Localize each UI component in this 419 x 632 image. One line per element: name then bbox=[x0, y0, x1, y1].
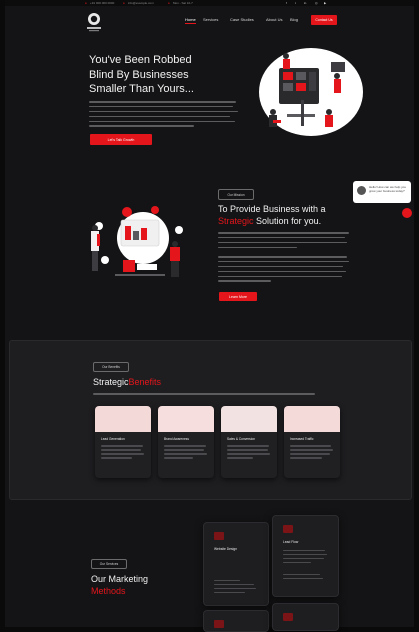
learn-more-button[interactable]: Learn More bbox=[219, 292, 257, 301]
nav-case-studies[interactable]: Case Studies bbox=[230, 17, 254, 22]
website-design-icon bbox=[214, 532, 224, 540]
about-title-post: Solution for you. bbox=[256, 216, 322, 226]
methods-tag: Our Services bbox=[91, 559, 127, 569]
page: ● +91 000 000 0000 ● info@example.com ● … bbox=[5, 0, 414, 632]
youtube-icon[interactable]: ▶ bbox=[324, 1, 326, 5]
about-title-pre: To Provide Business with a bbox=[218, 204, 326, 214]
method-card[interactable]: Website Design bbox=[203, 522, 269, 606]
benefit-card-title: Sales & Conversion bbox=[227, 437, 255, 441]
about-title-highlight: Strategic bbox=[218, 216, 254, 226]
about-paragraph-2 bbox=[218, 256, 350, 285]
about-illustration bbox=[91, 206, 183, 277]
benefit-card-text bbox=[290, 445, 334, 469]
method-icon bbox=[283, 613, 293, 621]
benefit-card-title: Brand Awareness bbox=[164, 437, 189, 441]
benefit-card-text bbox=[101, 445, 145, 469]
topbar-phone[interactable]: +91 000 000 0000 bbox=[90, 1, 114, 5]
benefit-card-image bbox=[95, 406, 151, 432]
method-card-title: Website Design bbox=[214, 547, 238, 551]
benefits-tag: Our Benefits bbox=[93, 362, 129, 372]
clock-icon: ● bbox=[168, 1, 170, 5]
lead-flow-icon bbox=[283, 525, 293, 533]
facebook-icon[interactable]: f bbox=[286, 1, 287, 5]
about-title: To Provide Business with a Strategic Sol… bbox=[218, 203, 378, 227]
benefit-card-image bbox=[221, 406, 277, 432]
method-card-list bbox=[283, 574, 329, 582]
nav-home[interactable]: Home bbox=[185, 17, 196, 24]
nav-blog[interactable]: Blog bbox=[290, 17, 298, 22]
hero-title-line-3: Smaller Than Yours... bbox=[89, 83, 194, 95]
benefit-card[interactable]: Increased Traffic bbox=[284, 406, 340, 478]
method-card-text bbox=[214, 580, 258, 596]
method-card-text bbox=[283, 550, 329, 566]
hero-title-line-1: You've Been Robbed bbox=[89, 54, 192, 66]
benefits-title: StrategicBenefits bbox=[93, 376, 161, 388]
chat-popup[interactable]: Hello! How can we help you grow your bus… bbox=[353, 181, 411, 203]
benefits-title-highlight: Benefits bbox=[128, 377, 162, 387]
chat-avatar bbox=[357, 186, 366, 195]
benefit-card-title: Increased Traffic bbox=[290, 437, 314, 441]
chat-message: Hello! How can we help you grow your bus… bbox=[369, 185, 407, 193]
benefit-card-image bbox=[158, 406, 214, 432]
hero-title-line-2: Blind By Businesses bbox=[89, 68, 189, 81]
topbar-email[interactable]: info@example.com bbox=[128, 1, 154, 5]
method-card[interactable] bbox=[203, 610, 269, 632]
nav-services[interactable]: Services bbox=[203, 17, 218, 22]
topbar-hours: Mon - Sat 10-7 bbox=[173, 1, 193, 5]
chat-launcher-button[interactable] bbox=[402, 208, 412, 218]
about-tag: Our Mission bbox=[218, 189, 254, 200]
method-card[interactable]: Lead Flow bbox=[272, 515, 339, 597]
instagram-icon[interactable]: ◎ bbox=[315, 1, 318, 5]
contact-button[interactable]: Contact Us bbox=[311, 15, 337, 25]
benefit-card-text bbox=[227, 445, 271, 469]
benefit-card-image bbox=[284, 406, 340, 432]
benefit-card-text bbox=[164, 445, 208, 469]
twitter-icon[interactable]: t bbox=[295, 1, 296, 5]
hero-illustration bbox=[259, 48, 363, 136]
email-icon: ● bbox=[123, 1, 125, 5]
benefit-card[interactable]: Lead Generation bbox=[95, 406, 151, 478]
hero-cta-button[interactable]: Let's Talk Growth bbox=[90, 134, 152, 145]
nav-about[interactable]: About Us bbox=[266, 17, 282, 22]
methods-title-line-1: Our Marketing bbox=[91, 574, 149, 584]
methods-title: Our Marketing Methods bbox=[91, 573, 148, 597]
benefits-title-pre: Strategic bbox=[93, 377, 129, 387]
linkedin-icon[interactable]: in bbox=[304, 1, 306, 5]
hero-paragraph bbox=[89, 101, 239, 130]
benefit-card[interactable]: Brand Awareness bbox=[158, 406, 214, 478]
benefit-card-title: Lead Generation bbox=[101, 437, 125, 441]
top-info-bar: ● +91 000 000 0000 ● info@example.com ● … bbox=[5, 0, 414, 6]
hero-title: You've Been Robbed Blind By Businesses S… bbox=[89, 53, 259, 97]
benefits-paragraph bbox=[93, 393, 315, 398]
phone-icon: ● bbox=[85, 1, 87, 5]
method-card-title: Lead Flow bbox=[283, 540, 299, 544]
brand-logo[interactable] bbox=[83, 11, 105, 33]
about-paragraph-1 bbox=[218, 232, 350, 252]
methods-title-line-2: Methods bbox=[91, 586, 126, 596]
benefit-card[interactable]: Sales & Conversion bbox=[221, 406, 277, 478]
